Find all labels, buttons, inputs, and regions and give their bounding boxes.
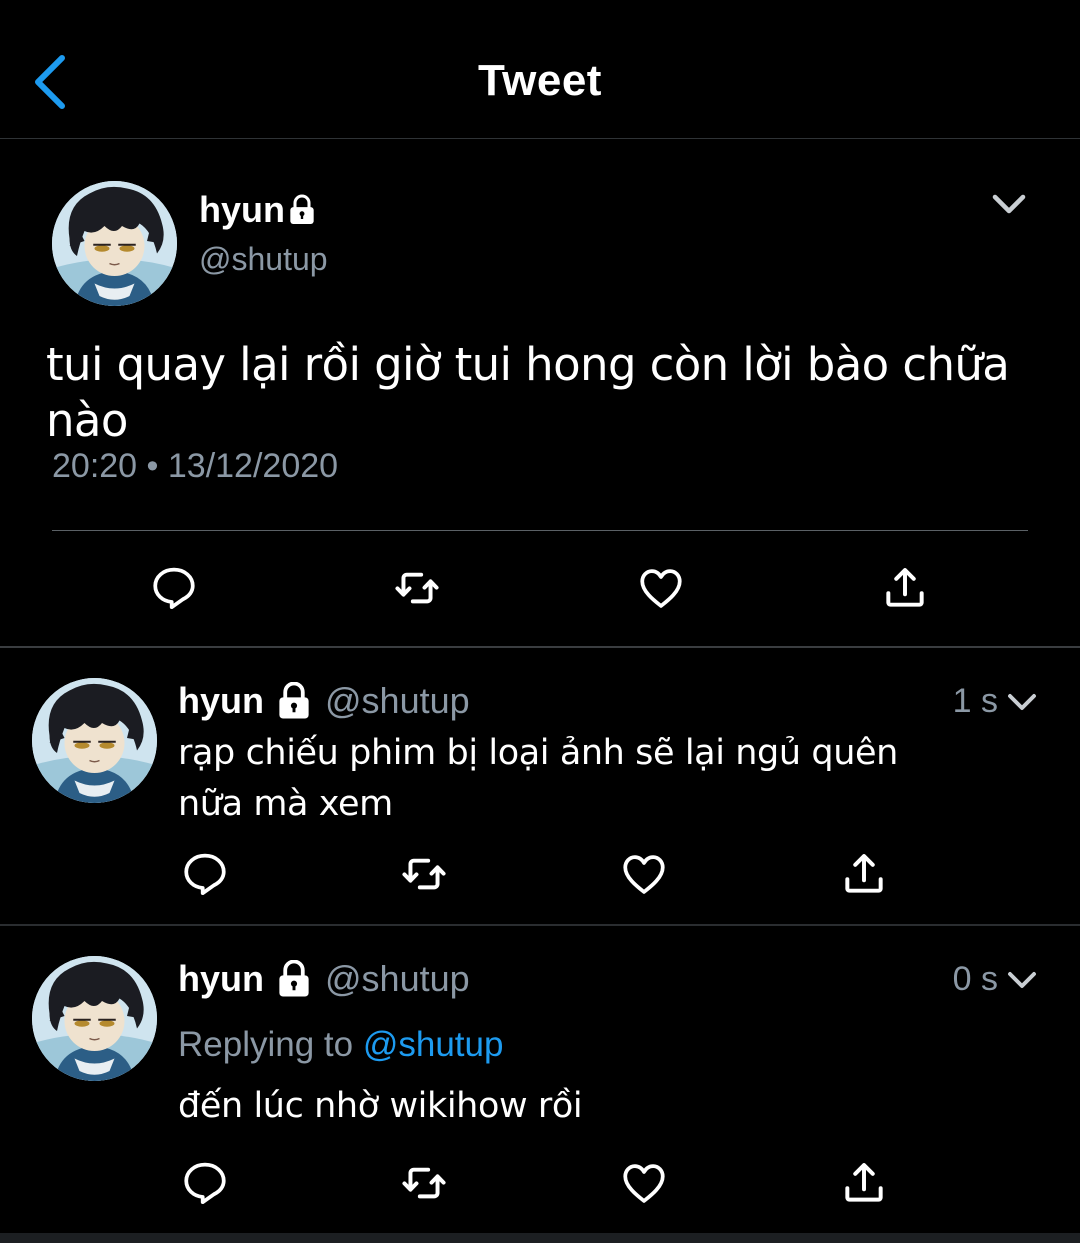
reply-header: hyun @shutup: [178, 958, 470, 1000]
like-icon[interactable]: [619, 1158, 669, 1208]
tweet-timestamp: 20:20 • 13/12/2020: [52, 447, 339, 485]
share-icon[interactable]: [839, 849, 889, 899]
retweet-icon[interactable]: [399, 1158, 449, 1208]
replying-to: Replying to @shutup: [178, 1025, 503, 1065]
top-bar: Tweet: [0, 0, 1080, 139]
user-handle[interactable]: @shutup: [325, 958, 470, 1000]
tweet-text: rạp chiếu phim bị loại ảnh sẽ lại ngủ qu…: [178, 733, 898, 824]
display-name[interactable]: hyun: [178, 680, 264, 722]
replying-to-label: Replying to: [178, 1025, 354, 1064]
tweet-text: tui quay lại rồi giờ tui hong còn lời bà…: [46, 338, 1010, 447]
like-icon[interactable]: [636, 563, 686, 613]
chevron-down-icon[interactable]: [1004, 962, 1040, 998]
display-name[interactable]: hyun: [199, 189, 316, 231]
reply-time: 1 s: [952, 682, 998, 720]
chevron-down-icon[interactable]: [1004, 684, 1040, 720]
retweet-icon[interactable]: [399, 849, 449, 899]
avatar[interactable]: [32, 678, 157, 803]
display-name[interactable]: hyun: [178, 958, 264, 1000]
divider: [52, 530, 1028, 531]
reply-icon[interactable]: [149, 563, 199, 613]
reply-tweet[interactable]: hyun @shutup 0 s Replying to @shutup đến…: [0, 926, 1080, 1233]
reply-icon[interactable]: [180, 849, 230, 899]
display-name-text: hyun: [199, 189, 285, 230]
retweet-icon[interactable]: [392, 563, 442, 613]
share-icon[interactable]: [839, 1158, 889, 1208]
like-icon[interactable]: [619, 849, 669, 899]
mention-link[interactable]: @shutup: [363, 1025, 504, 1064]
lock-icon: [276, 960, 312, 998]
lock-icon: [276, 682, 312, 720]
user-handle[interactable]: @shutup: [199, 241, 328, 278]
reply-header: hyun @shutup: [178, 680, 470, 722]
user-handle[interactable]: @shutup: [325, 680, 470, 722]
avatar[interactable]: [52, 181, 177, 306]
chevron-down-icon[interactable]: [988, 183, 1030, 225]
lock-icon: [288, 193, 316, 227]
page-title: Tweet: [478, 56, 602, 105]
main-tweet: hyun @shutup tui quay lại rồi giờ tui ho…: [0, 139, 1080, 648]
bottom-bar-edge: [0, 1233, 1080, 1243]
avatar[interactable]: [32, 956, 157, 1081]
reply-icon[interactable]: [180, 1158, 230, 1208]
reply-time: 0 s: [952, 960, 998, 998]
share-icon[interactable]: [880, 563, 930, 613]
reply-tweet[interactable]: hyun @shutup 1 s rạp chiếu phim bị loại …: [0, 648, 1080, 926]
tweet-text: đến lúc nhờ wikihow rồi: [178, 1086, 583, 1126]
